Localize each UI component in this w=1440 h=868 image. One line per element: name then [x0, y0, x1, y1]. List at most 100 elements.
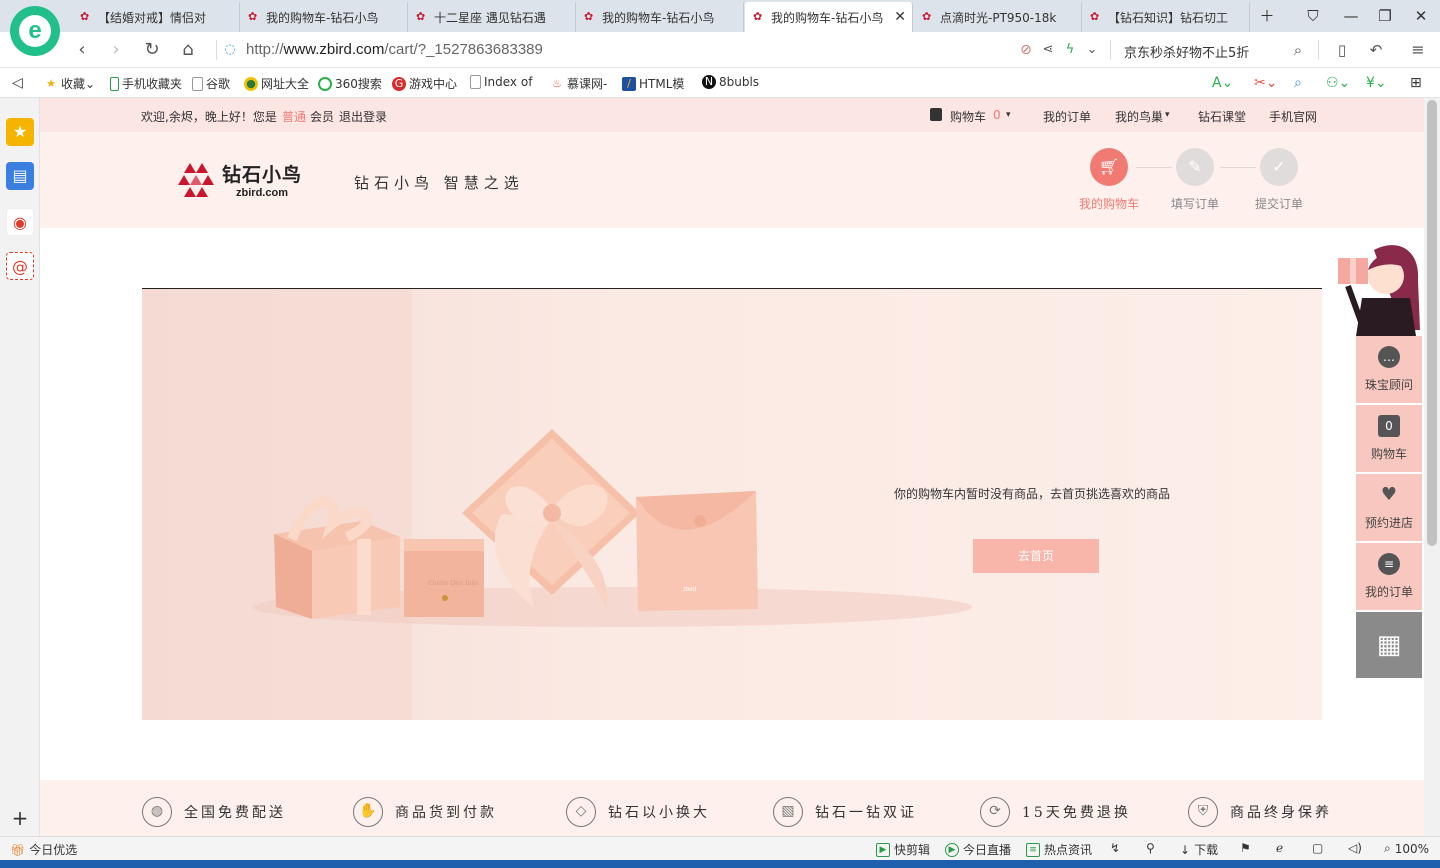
bookmarks-bar: ◁ ★ 收藏 ⌄ 手机收藏夹 谷歌 ● 网址大全 360搜索 G 游戏中心 Index…	[0, 68, 1440, 98]
undo-icon[interactable]: ↶	[1364, 38, 1388, 62]
tab[interactable]: ✿ 十二星座 遇见钻石遇	[408, 2, 576, 32]
window-icon[interactable]: ▢	[1312, 841, 1323, 855]
flag-icon[interactable]: ⚑	[1240, 841, 1251, 855]
chat-icon: …	[1378, 346, 1400, 368]
classroom-link[interactable]: 钻石课堂	[1198, 108, 1246, 125]
bookmark-item[interactable]: ♨ 慕课网-	[550, 75, 607, 92]
feature-item: ⛨ 商品终身保养	[1188, 797, 1332, 827]
status-item[interactable]: ▶ 今日直播	[945, 841, 1011, 858]
vertical-scrollbar[interactable]	[1424, 98, 1440, 836]
new-tab-icon[interactable]: ＋	[1254, 4, 1280, 28]
minimize-icon[interactable]: —	[1338, 4, 1364, 28]
bookmark-item[interactable]: 谷歌	[192, 75, 230, 92]
reload-icon[interactable]: ↻	[140, 38, 164, 62]
chevron-down-icon[interactable]: ▾	[1165, 110, 1170, 120]
forward-icon[interactable]: ›	[104, 38, 128, 62]
chevron-down-icon[interactable]: ⌄	[1080, 38, 1104, 62]
side-orders-button[interactable]: ≡ 我的订单	[1356, 543, 1422, 610]
translate-icon[interactable]: A⌄	[1212, 75, 1233, 91]
bookmark-favorites[interactable]: ★ 收藏 ⌄	[44, 75, 95, 92]
tab[interactable]: ✿ 我的购物车-钻石小鸟	[576, 2, 744, 32]
back-icon[interactable]: ‹	[70, 38, 94, 62]
tab-close-icon[interactable]: ✕	[894, 9, 906, 25]
news-hot-icon: ≡	[1026, 842, 1040, 857]
status-item[interactable]: ≡ 热点资讯	[1026, 841, 1092, 858]
add-sidebar-icon[interactable]: +	[6, 808, 34, 828]
bookmark-item[interactable]: ● 网址大全	[244, 75, 309, 92]
weibo-icon[interactable]: ◉	[6, 208, 34, 236]
scroll-thumb[interactable]	[1427, 100, 1437, 546]
service-girl-illustration	[1338, 245, 1420, 336]
tab[interactable]: ✿ 【钻石知识】钻石切工	[1082, 2, 1250, 32]
today-picks-link[interactable]: 🎁︎ 今日优选	[10, 841, 77, 858]
html-icon: /	[622, 76, 636, 91]
home-icon[interactable]: ⌂	[176, 38, 200, 62]
zbird-logo[interactable]: 钻石小鸟 zbird.com	[178, 160, 302, 199]
screenshot-icon[interactable]: ✂⌄	[1254, 75, 1277, 91]
restore-icon[interactable]: ❐	[1372, 4, 1398, 28]
cart-icon: 🛒︎	[1090, 148, 1128, 186]
news-icon[interactable]: ▤	[6, 162, 34, 190]
topbar-cart-count: 0	[993, 108, 1001, 122]
url-field[interactable]: http://www.zbird.com/cart/?_152786368338…	[246, 41, 543, 58]
member-level: 普通	[282, 110, 307, 124]
window-close-icon[interactable]: ✕	[1408, 4, 1434, 28]
status-item[interactable]: ▶ 快剪辑	[876, 841, 930, 858]
mobile-site-link[interactable]: 手机官网	[1269, 108, 1317, 125]
gift-icon: 🎁︎	[10, 842, 26, 857]
browser-logo-icon[interactable]: e	[10, 6, 60, 56]
member-label: 会员	[310, 110, 335, 124]
topbar-cart-link[interactable]: 购物车	[950, 108, 986, 125]
site-info-icon[interactable]: ◌	[224, 38, 236, 62]
bookmark-item[interactable]: G 游戏中心	[392, 75, 457, 92]
yen-icon[interactable]: ¥⌄	[1366, 75, 1387, 91]
status-item[interactable]: ↓ 下载	[1180, 841, 1218, 858]
jewelry-advisor-button[interactable]: … 珠宝顾问	[1356, 336, 1422, 403]
collapse-sidebar-icon[interactable]: ◁	[12, 75, 23, 91]
svg-text:zbird: zbird	[683, 587, 696, 593]
feature-item: ⟳ 15天免费退换	[980, 797, 1131, 827]
volume-icon[interactable]: ◁)	[1348, 841, 1362, 855]
menu-icon[interactable]: ≡	[1406, 38, 1430, 62]
my-nest-link[interactable]: 我的鸟巢	[1115, 108, 1163, 125]
side-cart-button[interactable]: 0 购物车	[1356, 405, 1422, 472]
bookmark-item[interactable]: N 8bubls	[702, 75, 759, 89]
address-bar: ‹ › ↻ ⌂ ◌ http://www.zbird.com/cart/?_15…	[0, 32, 1440, 68]
bookmark-item[interactable]: 手机收藏夹	[110, 75, 182, 92]
go-home-button[interactable]: 去首页	[973, 539, 1099, 573]
reading-mode-icon[interactable]: ▯	[1330, 38, 1354, 62]
store-appointment-button[interactable]: ♥ 预约进店	[1356, 474, 1422, 541]
bookmark-item[interactable]: Index of	[470, 75, 532, 89]
bookmark-item[interactable]: / HTML模	[622, 75, 684, 92]
zbird-favicon-icon: ✿	[80, 10, 90, 23]
tab-active[interactable]: ✿ 我的购物车-钻石小鸟 ✕	[745, 2, 913, 32]
speed-mode-icon[interactable]: ϟ	[1058, 38, 1082, 62]
ie-icon[interactable]: ℯ	[1276, 841, 1283, 855]
search-suggestion[interactable]: 京东秒杀好物不止5折	[1124, 42, 1249, 61]
mail-icon[interactable]: @	[6, 252, 34, 280]
bookmark-item[interactable]: 360搜索	[318, 75, 382, 92]
search-icon[interactable]: ⌕	[1286, 38, 1310, 62]
my-orders-link[interactable]: 我的订单	[1043, 108, 1091, 125]
favorites-star-icon[interactable]: ★	[6, 118, 34, 146]
cookie-block-icon[interactable]: ⊘	[1014, 38, 1038, 62]
tab[interactable]: ✿ 【结婚对戒】情侣对	[72, 2, 240, 32]
shield-icon: ⛨	[1188, 797, 1218, 827]
tab[interactable]: ✿ 我的购物车-钻石小鸟	[240, 2, 408, 32]
game-pad-icon[interactable]: ⚇⌄	[1326, 75, 1350, 91]
accelerate-icon[interactable]: ↯	[1110, 841, 1120, 855]
pin-icon[interactable]: ⚲	[1146, 841, 1155, 855]
zoom-control[interactable]: ⌕ 100%	[1384, 841, 1429, 856]
apps-grid-icon[interactable]: ⊞	[1410, 75, 1422, 91]
share-icon[interactable]: ⋖	[1036, 38, 1060, 62]
zbird-favicon-icon: ✿	[753, 10, 763, 23]
search-tool-icon[interactable]: ⌕	[1294, 75, 1302, 91]
shirt-skin-icon[interactable]: ⛉	[1300, 4, 1326, 28]
slogan: 钻石小鸟 智慧之选	[354, 174, 524, 192]
download-icon: ↓	[1180, 842, 1191, 857]
logo-name: 钻石小鸟	[222, 164, 303, 186]
logout-link[interactable]: 退出登录	[339, 108, 387, 125]
tab[interactable]: ✿ 点滴时光-PT950-18k	[914, 2, 1082, 32]
qr-code-icon[interactable]: ▦	[1356, 612, 1422, 678]
chevron-down-icon[interactable]: ▾	[1006, 110, 1011, 120]
